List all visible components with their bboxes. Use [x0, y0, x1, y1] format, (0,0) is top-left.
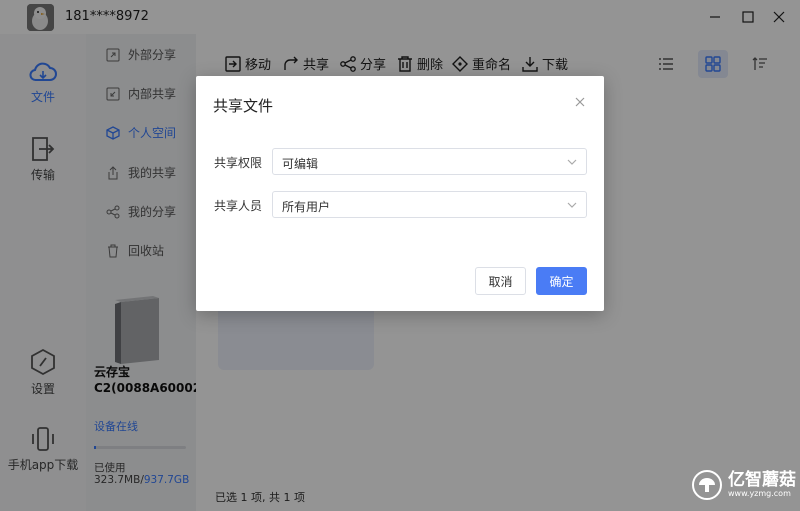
dialog-title: 共享文件 — [213, 97, 274, 115]
close-icon — [575, 97, 585, 107]
dialog-close-button[interactable] — [572, 94, 588, 110]
permission-label: 共享权限 — [214, 156, 263, 170]
permission-select[interactable]: 可编辑 — [272, 148, 587, 175]
watermark-name: 亿智蘑菇 — [728, 470, 796, 490]
chevron-down-icon — [567, 202, 577, 208]
members-select[interactable]: 所有用户 — [272, 191, 587, 218]
mushroom-logo-icon — [692, 470, 722, 500]
cancel-button[interactable]: 取消 — [475, 267, 526, 295]
confirm-button[interactable]: 确定 — [536, 267, 587, 295]
permission-value: 可编辑 — [282, 157, 319, 171]
watermark: 亿智蘑菇 www.yzmg.com — [692, 470, 796, 500]
chevron-down-icon — [567, 159, 577, 165]
watermark-url: www.yzmg.com — [728, 489, 791, 498]
share-file-dialog: 共享文件 共享权限 可编辑 共享人员 所有用户 取消 确定 — [196, 76, 604, 311]
members-label: 共享人员 — [214, 199, 263, 213]
members-value: 所有用户 — [282, 200, 331, 214]
